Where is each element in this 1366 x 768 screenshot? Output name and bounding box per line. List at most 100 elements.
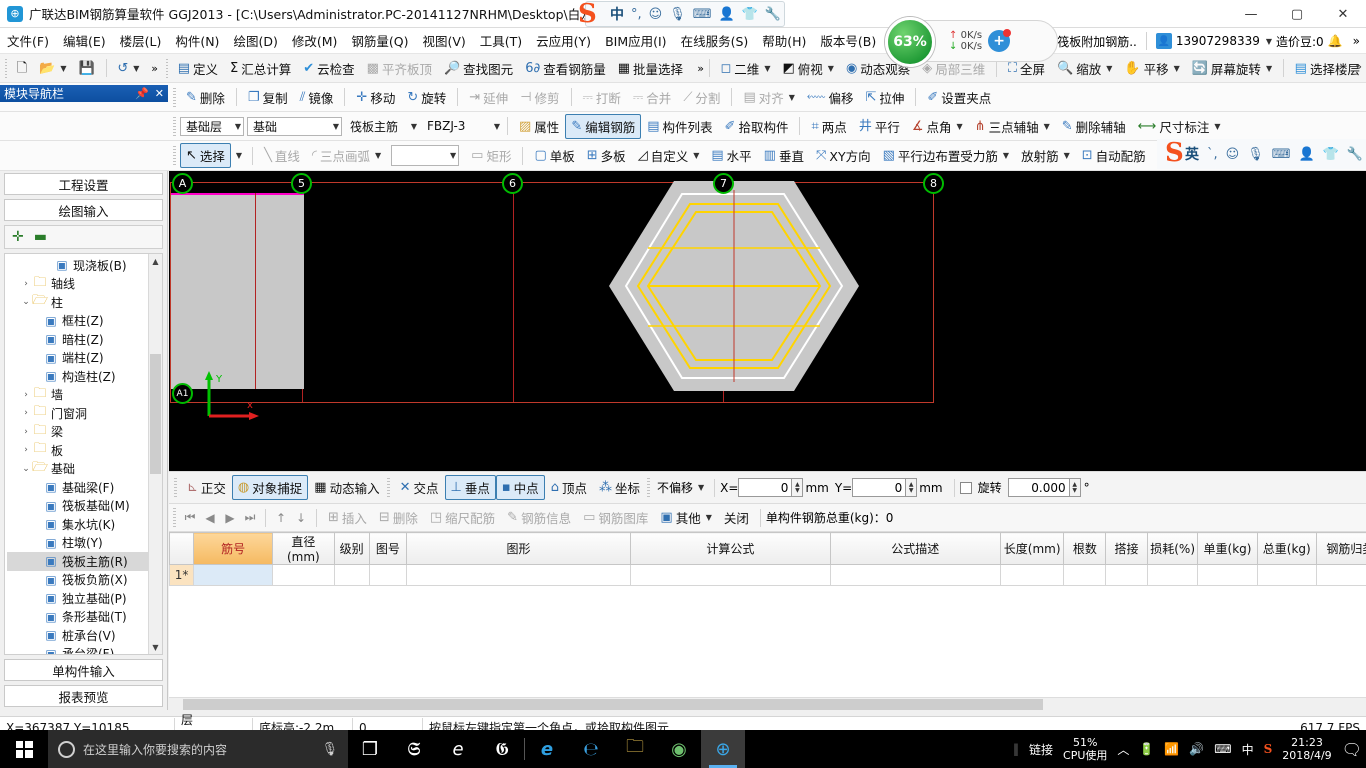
column-header-11[interactable]: 损耗(%)	[1146, 532, 1199, 565]
point-angle-axis-button[interactable]: ∡ 点角 ▼	[906, 114, 969, 139]
table-cell[interactable]	[1146, 564, 1199, 586]
modify-toolbar-grip[interactable]	[173, 87, 176, 107]
column-header-2[interactable]: 直径(mm)	[272, 532, 335, 565]
edge-icon[interactable]: e	[525, 730, 569, 768]
intersection-snap-toggle[interactable]: ✕ 交点	[394, 475, 445, 500]
column-header-4[interactable]: 图号	[368, 532, 408, 565]
sogou-tray-icon[interactable]: S	[1264, 742, 1273, 756]
chevron-down-icon[interactable]: ▼	[411, 122, 417, 131]
summary-calc-button[interactable]: Σ 汇总计算	[224, 56, 297, 81]
column-header-0[interactable]	[169, 532, 195, 565]
column-header-14[interactable]: 钢筋归类	[1315, 532, 1366, 565]
account-number[interactable]: 13907298339	[1176, 34, 1260, 48]
chevron-down-icon[interactable]: ▼	[333, 122, 339, 131]
battery-icon[interactable]: 🔋	[1139, 742, 1154, 756]
coin-label[interactable]: 造价豆:0	[1276, 33, 1324, 50]
menu-item-version[interactable]: 版本号(B)	[813, 28, 883, 53]
table-cell[interactable]	[333, 564, 370, 586]
link-label[interactable]: 链接	[1029, 741, 1053, 758]
rotate-spinner[interactable]: ▲ ▼	[1069, 478, 1081, 497]
delete-button[interactable]: ✎ 删除	[180, 85, 231, 110]
tree-node-3[interactable]: ▣ 框柱(Z)	[7, 312, 162, 331]
account-chevron-icon[interactable]: ▼	[1266, 37, 1272, 46]
file-explorer-icon[interactable]: 🗀	[613, 730, 657, 768]
axis-bubble-7[interactable]: 7	[713, 173, 734, 194]
menu-item-edit[interactable]: 编辑(E)	[56, 28, 113, 53]
menubar-overflow-chevron[interactable]: »	[1347, 34, 1366, 48]
app-e-icon[interactable]: e	[436, 730, 480, 768]
drawing-input-button[interactable]: 绘图输入	[4, 199, 163, 221]
parallel-edge-rebar-button[interactable]: ▧ 平行边布置受力筋 ▼	[877, 143, 1015, 168]
ime-smiley-icon[interactable]: ☺	[649, 7, 663, 22]
multi-slab-button[interactable]: ⊞ 多板	[581, 143, 632, 168]
chevron-down-icon[interactable]: ▼	[450, 151, 456, 160]
move-down-button[interactable]: ↓	[291, 508, 311, 528]
table-cell[interactable]	[406, 564, 631, 586]
close-icon[interactable]: ✕	[155, 87, 164, 100]
tree-node-19[interactable]: ▣ 条形基础(T)	[7, 608, 162, 627]
column-header-10[interactable]: 搭接	[1105, 532, 1148, 565]
ime-toolbox-icon[interactable]: 🔧	[765, 7, 781, 22]
tree-collapse-icon[interactable]: ⌄	[20, 464, 32, 474]
tree-node-6[interactable]: ▣ 构造柱(Z)	[7, 367, 162, 386]
menu-item-draw[interactable]: 绘图(D)	[226, 28, 284, 53]
prev-record-button[interactable]: ◀	[200, 508, 220, 528]
tree-node-20[interactable]: ▣ 桩承台(V)	[7, 626, 162, 645]
windows-start-icon[interactable]	[0, 730, 48, 768]
menu-item-help[interactable]: 帮助(H)	[755, 28, 813, 53]
ime-toolbar[interactable]: S 中 °, ☺ 🎙 ⌨ 👤 👕 🔧	[578, 0, 785, 28]
tree-node-17[interactable]: ▣ 筏板负筋(X)	[7, 571, 162, 590]
screen-rotate-button[interactable]: 🔄 屏幕旋转 ▼	[1186, 56, 1278, 81]
coordinate-snap-toggle[interactable]: ⁂ 坐标	[593, 475, 646, 500]
tree-node-18[interactable]: ▣ 独立基础(P)	[7, 589, 162, 608]
menu-item-modify[interactable]: 修改(M)	[285, 28, 345, 53]
stretch-button[interactable]: ⇱ 拉伸	[859, 85, 910, 110]
delete-axis-button[interactable]: ✎ 删除辅轴	[1056, 114, 1132, 139]
menu-item-online-service[interactable]: 在线服务(S)	[674, 28, 756, 53]
cpu-usage-tray[interactable]: 51% CPU使用	[1063, 736, 1107, 762]
menu-item-cloud[interactable]: 云应用(Y)	[529, 28, 598, 53]
pin-icon[interactable]: 📌	[135, 87, 149, 100]
category-combo[interactable]: 基础 ▼	[247, 116, 342, 136]
app-spiral-icon[interactable]: 𝕲	[480, 730, 524, 768]
undo-button[interactable]: ↺ ▼	[111, 59, 145, 78]
table-row[interactable]: 1*	[169, 564, 1366, 586]
chevron-down-icon[interactable]: ▼	[494, 122, 500, 131]
maximize-button[interactable]: ▢	[1274, 0, 1320, 28]
task-view-icon[interactable]: ❐	[348, 730, 392, 768]
pick-member-button[interactable]: ✐ 拾取构件	[719, 114, 795, 139]
component-tree[interactable]: ▣ 现浇板(B) › 🗀 轴线 ⌄ 🗁 柱 ▣ 框柱(Z) ▣ 暗柱(Z) ▣ 端柱(Z) ▣ 构造柱(Z) ›…	[4, 253, 163, 655]
horizontal-button[interactable]: ▤ 水平	[705, 143, 757, 168]
vertex-snap-toggle[interactable]: ⌂ 顶点	[545, 475, 593, 500]
tree-scrollbar[interactable]: ▲ ▼	[148, 254, 162, 654]
floor-combo[interactable]: 基础层 ▼	[180, 116, 244, 136]
tree-node-7[interactable]: › 🗀 墙	[7, 386, 162, 405]
xy-direction-button[interactable]: ⤧ XY方向	[810, 143, 877, 168]
taskbar-search-box[interactable]: 在这里输入你要搜索的内容 🎙	[48, 730, 348, 768]
column-header-6[interactable]: 计算公式	[629, 532, 831, 565]
tray-expand-icon[interactable]: ︿	[1117, 741, 1129, 758]
ime-indicator[interactable]: 中	[1242, 741, 1254, 758]
ime-punctuation-icon[interactable]: °,	[631, 7, 642, 22]
last-record-button[interactable]: ⏭	[240, 508, 260, 528]
network-monitor-widget[interactable]: 63% ↑ 0K/s ↓ 0K/s +	[885, 17, 1058, 67]
ime-microphone-icon[interactable]: 🎙	[669, 7, 686, 22]
bell-icon[interactable]: 🔔	[1328, 34, 1343, 48]
toolbar1-overflow-chevron-2[interactable]: »	[697, 62, 704, 75]
column-header-9[interactable]: 根数	[1063, 532, 1107, 565]
tree-expand-icon[interactable]: ›	[20, 390, 32, 400]
cpu-usage-badge[interactable]: 63%	[885, 17, 935, 67]
auto-rebar-button[interactable]: ⊡ 自动配筋	[1076, 143, 1152, 168]
view-2d-button[interactable]: ◻ 二维 ▼	[715, 56, 777, 81]
rotate-input[interactable]: 0.000	[1007, 478, 1070, 497]
dimension-button[interactable]: ⟷ 尺寸标注 ▼	[1132, 114, 1227, 139]
object-snap-toggle[interactable]: ◍ 对象捕捉	[231, 475, 309, 500]
offset-button[interactable]: ⬳ 偏移	[801, 85, 860, 110]
menu-item-view[interactable]: 视图(V)	[415, 28, 472, 53]
next-record-button[interactable]: ▶	[220, 508, 240, 528]
table-cell[interactable]	[999, 564, 1065, 586]
axis-bubble-A[interactable]: A	[172, 173, 193, 194]
column-header-3[interactable]: 级别	[333, 532, 370, 565]
tree-node-5[interactable]: ▣ 端柱(Z)	[7, 349, 162, 368]
green-browser-icon[interactable]: ◉	[657, 730, 701, 768]
